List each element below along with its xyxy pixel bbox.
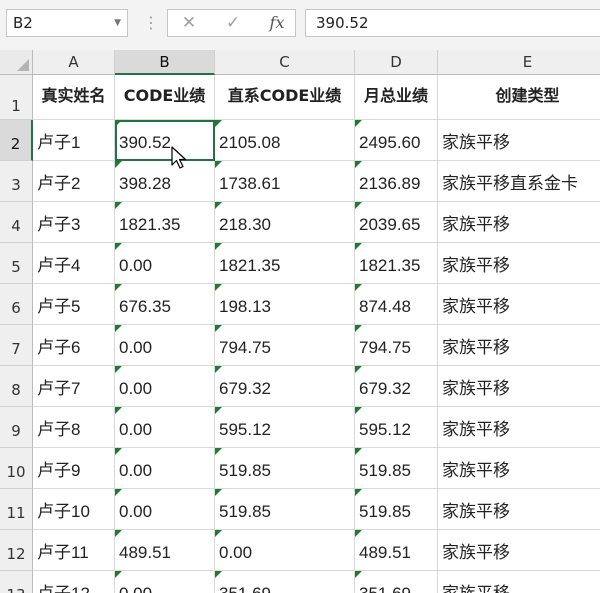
cell-C4[interactable]: 218.30: [215, 202, 355, 243]
cell-A3[interactable]: 卢子2: [33, 161, 115, 202]
column-header-B[interactable]: B: [115, 50, 215, 75]
cell-D7[interactable]: 794.75: [355, 325, 438, 366]
select-all-button[interactable]: [0, 50, 33, 75]
cell-D10[interactable]: 519.85: [355, 448, 438, 489]
mouse-cursor-icon: [171, 146, 187, 169]
name-box[interactable]: B2 ▼: [6, 9, 128, 37]
cell-E2[interactable]: 家族平移: [438, 120, 600, 161]
header-cell-A[interactable]: 真实姓名: [33, 75, 115, 120]
cell-A11[interactable]: 卢子10: [33, 489, 115, 530]
cell-E10[interactable]: 家族平移: [438, 448, 600, 489]
cell-A7[interactable]: 卢子6: [33, 325, 115, 366]
cell-D3[interactable]: 2136.89: [355, 161, 438, 202]
cell-A6[interactable]: 卢子5: [33, 284, 115, 325]
chevron-down-icon[interactable]: ▼: [114, 10, 121, 36]
cell-B13[interactable]: 0.00: [115, 571, 215, 593]
row-header-8[interactable]: 8: [0, 366, 33, 407]
row-header-10[interactable]: 10: [0, 448, 33, 489]
cell-C5[interactable]: 1821.35: [215, 243, 355, 284]
row-header-11[interactable]: 11: [0, 489, 33, 530]
cell-D6[interactable]: 874.48: [355, 284, 438, 325]
cell-A12[interactable]: 卢子11: [33, 530, 115, 571]
row-header-6[interactable]: 6: [0, 284, 33, 325]
header-cell-B[interactable]: CODE业绩: [115, 75, 215, 120]
row-header-13[interactable]: 13: [0, 571, 33, 593]
cell-E6[interactable]: 家族平移: [438, 284, 600, 325]
cell-E12[interactable]: 家族平移: [438, 530, 600, 571]
select-all-icon: [17, 59, 29, 71]
formula-buttons: ✕ ✓ fx: [167, 9, 296, 37]
row-header-5[interactable]: 5: [0, 243, 33, 284]
cell-D9[interactable]: 595.12: [355, 407, 438, 448]
row-header-2[interactable]: 2: [0, 120, 33, 161]
row-header-1[interactable]: 1: [0, 75, 33, 120]
cell-B8[interactable]: 0.00: [115, 366, 215, 407]
cell-C11[interactable]: 519.85: [215, 489, 355, 530]
header-cell-D[interactable]: 月总业绩: [355, 75, 438, 120]
cell-B5[interactable]: 0.00: [115, 243, 215, 284]
cell-D13[interactable]: 351.69: [355, 571, 438, 593]
cell-E13[interactable]: 家族平移: [438, 571, 600, 593]
cell-E4[interactable]: 家族平移: [438, 202, 600, 243]
cell-B10[interactable]: 0.00: [115, 448, 215, 489]
cell-D2[interactable]: 2495.60: [355, 120, 438, 161]
cell-A10[interactable]: 卢子9: [33, 448, 115, 489]
row-header-12[interactable]: 12: [0, 530, 33, 571]
column-header-A[interactable]: A: [33, 50, 115, 75]
cell-D5[interactable]: 1821.35: [355, 243, 438, 284]
cell-A13[interactable]: 卢子12: [33, 571, 115, 593]
cell-B11[interactable]: 0.00: [115, 489, 215, 530]
row-header-7[interactable]: 7: [0, 325, 33, 366]
cell-C6[interactable]: 198.13: [215, 284, 355, 325]
cell-B9[interactable]: 0.00: [115, 407, 215, 448]
formula-bar: B2 ▼ ⋮ ✕ ✓ fx 390.52: [0, 0, 600, 51]
cell-E8[interactable]: 家族平移: [438, 366, 600, 407]
cell-C12[interactable]: 0.00: [215, 530, 355, 571]
drag-handle-icon[interactable]: ⋮: [143, 12, 159, 34]
row-header-9[interactable]: 9: [0, 407, 33, 448]
header-cell-C[interactable]: 直系CODE业绩: [215, 75, 355, 120]
row-header-3[interactable]: 3: [0, 161, 33, 202]
cancel-icon[interactable]: ✕: [174, 10, 204, 36]
header-cell-E[interactable]: 创建类型: [438, 75, 600, 120]
cell-C3[interactable]: 1738.61: [215, 161, 355, 202]
check-icon[interactable]: ✓: [218, 10, 248, 36]
cell-D4[interactable]: 2039.65: [355, 202, 438, 243]
cell-B7[interactable]: 0.00: [115, 325, 215, 366]
cell-E11[interactable]: 家族平移: [438, 489, 600, 530]
row-header-4[interactable]: 4: [0, 202, 33, 243]
cell-C13[interactable]: 351.69: [215, 571, 355, 593]
cell-A8[interactable]: 卢子7: [33, 366, 115, 407]
column-header-D[interactable]: D: [355, 50, 438, 75]
cell-C7[interactable]: 794.75: [215, 325, 355, 366]
cell-C9[interactable]: 595.12: [215, 407, 355, 448]
column-header-C[interactable]: C: [215, 50, 355, 75]
cell-C10[interactable]: 519.85: [215, 448, 355, 489]
column-header-E[interactable]: E: [438, 50, 600, 75]
cell-A2[interactable]: 卢子1: [33, 120, 115, 161]
cell-B6[interactable]: 676.35: [115, 284, 215, 325]
name-box-value: B2: [13, 14, 33, 32]
cell-A9[interactable]: 卢子8: [33, 407, 115, 448]
cell-D8[interactable]: 679.32: [355, 366, 438, 407]
cell-B12[interactable]: 489.51: [115, 530, 215, 571]
formula-input[interactable]: 390.52: [305, 9, 600, 37]
spreadsheet-grid: ABCDE12345678910111213真实姓名CODE业绩直系CODE业绩…: [0, 50, 600, 593]
insert-function-button[interactable]: fx: [262, 10, 292, 36]
cell-D11[interactable]: 519.85: [355, 489, 438, 530]
cell-E9[interactable]: 家族平移: [438, 407, 600, 448]
cell-B2[interactable]: 390.52: [115, 120, 215, 161]
cell-E7[interactable]: 家族平移: [438, 325, 600, 366]
cell-C2[interactable]: 2105.08: [215, 120, 355, 161]
cell-A5[interactable]: 卢子4: [33, 243, 115, 284]
cell-B4[interactable]: 1821.35: [115, 202, 215, 243]
cell-E3[interactable]: 家族平移直系金卡: [438, 161, 600, 202]
cell-A4[interactable]: 卢子3: [33, 202, 115, 243]
cell-E5[interactable]: 家族平移: [438, 243, 600, 284]
cell-B3[interactable]: 398.28: [115, 161, 215, 202]
cell-D12[interactable]: 489.51: [355, 530, 438, 571]
cell-C8[interactable]: 679.32: [215, 366, 355, 407]
